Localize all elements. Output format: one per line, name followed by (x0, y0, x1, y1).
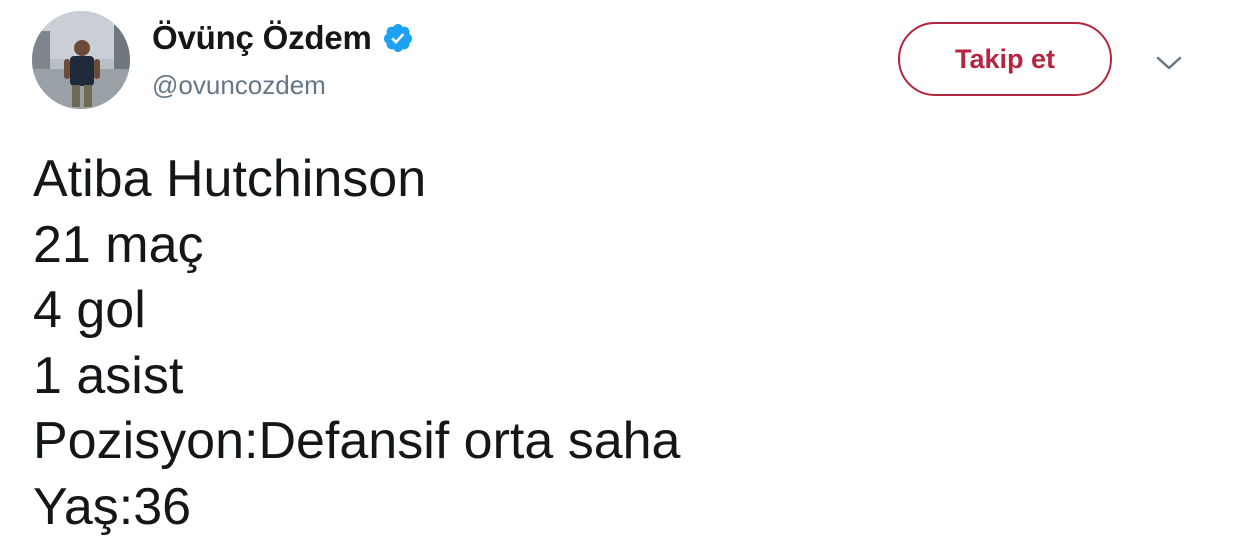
author-handle[interactable]: @ovuncozdem (152, 70, 414, 101)
tweet-line-age: Yaş:36 (33, 477, 192, 536)
display-name-row: Övünç Özdem (152, 16, 414, 60)
tweet-line-goals: 4 gol (33, 281, 146, 340)
tweet-line-assists: 1 asist (33, 346, 184, 405)
display-name[interactable]: Övünç Özdem (152, 19, 372, 57)
author-block: Övünç Özdem @ovuncozdem (152, 16, 414, 101)
tweet-line-position: Pozisyon:Defansif orta saha (33, 412, 681, 471)
chevron-down-icon[interactable] (1155, 54, 1183, 74)
avatar-photo-icon (32, 11, 130, 109)
tweet-line-matches: 21 maç (33, 215, 204, 274)
follow-button[interactable]: Takip et (898, 22, 1112, 96)
verified-badge-icon (382, 22, 414, 54)
tweet-line-player: Atiba Hutchinson (33, 150, 427, 208)
tweet-card: Övünç Özdem @ovuncozdem Takip et Atiba H… (0, 0, 1241, 555)
tweet-text: Atiba Hutchinson 21 maç 4 gol 1 asist Po… (33, 147, 680, 541)
avatar[interactable] (32, 11, 130, 109)
